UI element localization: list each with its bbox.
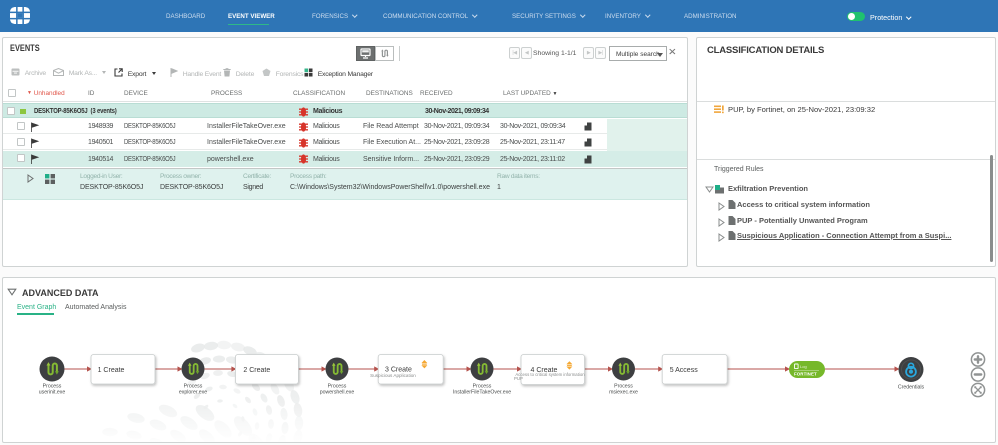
- svg-text:PUP: PUP: [514, 376, 523, 381]
- svg-text:FORTINET: FORTINET: [794, 371, 817, 376]
- svg-text:userinit.exe: userinit.exe: [39, 390, 66, 396]
- svg-text:msiexec.exe: msiexec.exe: [609, 390, 638, 396]
- svg-text:Access to critical system info: Access to critical system information: [515, 372, 585, 377]
- svg-text:2 Create: 2 Create: [243, 367, 270, 374]
- svg-text:powershell.exe: powershell.exe: [320, 390, 355, 396]
- svg-text:1 Create: 1 Create: [98, 367, 125, 374]
- svg-text:5 Access: 5 Access: [670, 367, 699, 374]
- svg-text:explorer.exe: explorer.exe: [179, 390, 207, 396]
- svg-text:InstallerFileTakeOver.exe: InstallerFileTakeOver.exe: [453, 390, 511, 396]
- svg-text:Credentials: Credentials: [898, 385, 925, 391]
- svg-text:Suspicious Application: Suspicious Application: [370, 373, 416, 378]
- svg-text:Log: Log: [800, 364, 807, 369]
